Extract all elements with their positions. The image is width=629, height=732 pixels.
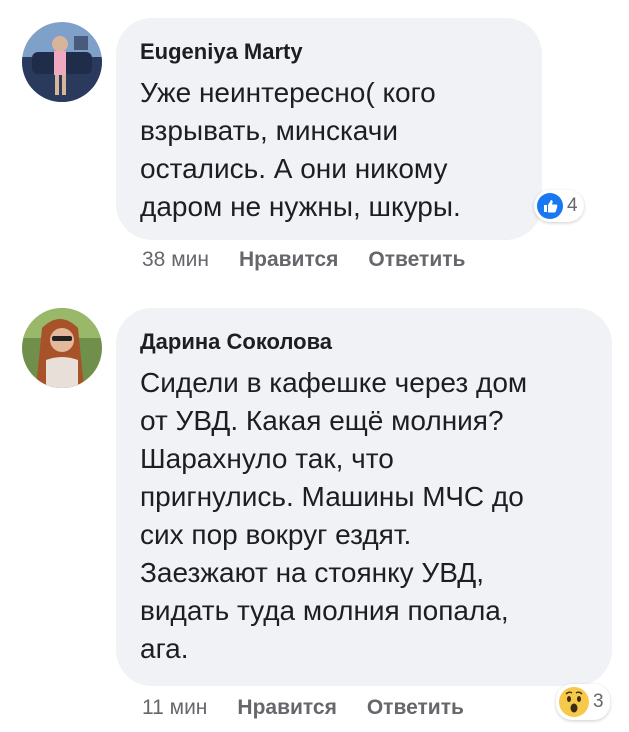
reaction-badge[interactable]: 4 <box>534 190 584 222</box>
comment-bubble: Eugeniya Marty Уже неинтересно( кого взр… <box>116 18 542 240</box>
like-icon <box>537 193 563 219</box>
comment-timestamp[interactable]: 11 мин <box>142 696 207 720</box>
like-button[interactable]: Нравится <box>239 248 338 272</box>
avatar[interactable] <box>22 308 102 388</box>
comment-author[interactable]: Eugeniya Marty <box>140 38 518 66</box>
reaction-count: 3 <box>593 691 604 712</box>
comment-timestamp[interactable]: 38 мин <box>142 248 209 272</box>
avatar[interactable] <box>22 22 102 102</box>
reaction-count: 4 <box>567 195 578 216</box>
comment-text: Сидели в кафешке через дом от УВД. Какая… <box>140 367 528 664</box>
reaction-badge[interactable]: 3 <box>556 684 610 720</box>
reply-button[interactable]: Ответить <box>368 248 465 272</box>
comment-author[interactable]: Дарина Соколова <box>140 328 588 356</box>
comment-actions: 11 мин Нравится Ответить <box>142 696 464 720</box>
like-button[interactable]: Нравится <box>237 696 336 720</box>
reply-button[interactable]: Ответить <box>367 696 464 720</box>
comment-text: Уже неинтересно( кого взрывать, минскачи… <box>140 77 461 222</box>
comment-bubble: Дарина Соколова Сидели в кафешке через д… <box>116 308 612 686</box>
comment-actions: 38 мин Нравится Ответить <box>142 248 465 272</box>
wow-icon <box>559 687 589 717</box>
